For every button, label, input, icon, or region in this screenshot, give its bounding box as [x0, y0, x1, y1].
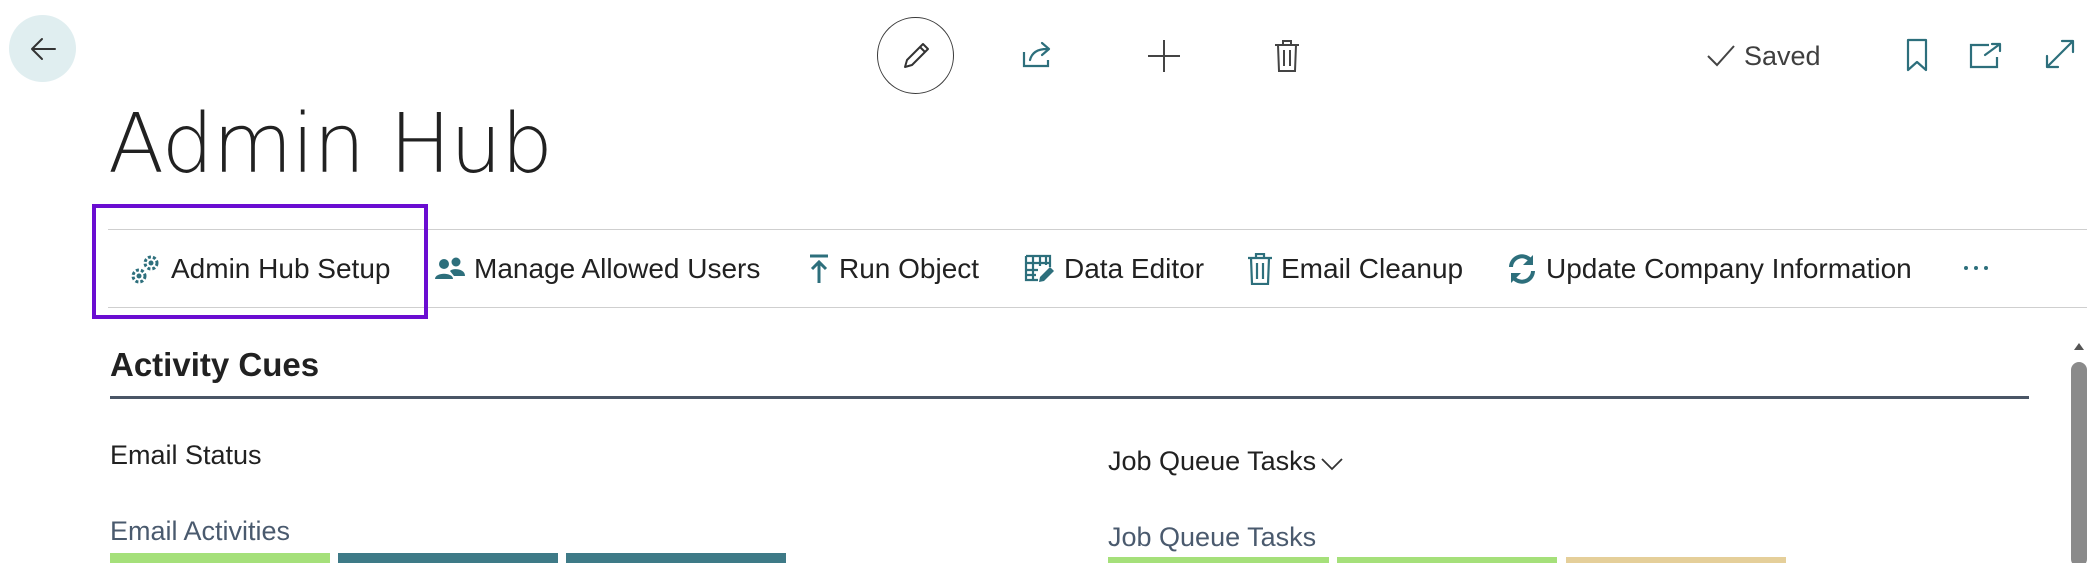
dot: [1984, 266, 1988, 270]
cue-tile[interactable]: [1566, 557, 1786, 563]
cue-tile[interactable]: [110, 553, 330, 563]
action-manage-allowed-users[interactable]: Manage Allowed Users: [434, 230, 760, 307]
action-label: Run Object: [839, 252, 980, 284]
action-run-object[interactable]: Run Object: [807, 230, 979, 307]
arrow-left-icon: [30, 37, 56, 60]
action-update-company-information[interactable]: Update Company Information: [1506, 230, 1912, 307]
section-divider: [110, 396, 2029, 399]
chevron-down-icon: [1321, 457, 1343, 470]
bookmark-icon: [1906, 38, 1928, 72]
users-icon: [434, 255, 466, 283]
action-data-editor[interactable]: Data Editor: [1024, 230, 1204, 307]
job-queue-group-label: Job Queue Tasks: [1108, 446, 1317, 476]
job-queue-tasks-title: Job Queue Tasks: [1108, 522, 1317, 552]
section-title: Activity Cues: [110, 346, 320, 383]
action-label: Data Editor: [1064, 252, 1205, 284]
share-icon: [1022, 41, 1051, 68]
email-status-label: Email Status: [110, 440, 262, 470]
action-bar: Admin Hub Setup Manage Allowed Users Run…: [108, 229, 2087, 308]
cue-tile[interactable]: [1337, 557, 1557, 563]
share-button[interactable]: [1015, 34, 1061, 74]
action-label: Admin Hub Setup: [171, 252, 391, 284]
expand-icon: [2045, 39, 2075, 69]
job-queue-group-toggle[interactable]: Job Queue Tasks: [1108, 446, 1344, 477]
page-title: Admin Hub: [108, 97, 553, 192]
delete-button[interactable]: [1265, 34, 1309, 78]
expand-button[interactable]: [2040, 34, 2080, 74]
scroll-up-arrow-icon[interactable]: [2073, 340, 2085, 352]
action-label: Manage Allowed Users: [474, 252, 761, 284]
cue-tile[interactable]: [566, 553, 786, 563]
email-activities-title: Email Activities: [110, 516, 291, 546]
saved-status: Saved: [1706, 36, 1821, 76]
new-button[interactable]: [1141, 34, 1187, 78]
table-edit-icon: [1024, 253, 1056, 285]
open-new-window-icon: [1969, 42, 2002, 69]
action-label: Update Company Information: [1546, 252, 1912, 284]
saved-label: Saved: [1744, 40, 1821, 71]
action-email-cleanup[interactable]: Email Cleanup: [1247, 230, 1463, 307]
more-actions-button[interactable]: [1956, 248, 1996, 288]
checkmark-icon: [1707, 45, 1735, 67]
refresh-icon: [1506, 253, 1538, 285]
open-in-new-window-button[interactable]: [1966, 36, 2006, 74]
scrollbar-thumb[interactable]: [2071, 362, 2087, 563]
bookmark-button[interactable]: [1899, 34, 1935, 76]
edit-button[interactable]: [877, 17, 954, 94]
back-button[interactable]: [9, 15, 76, 82]
trash-icon: [1275, 40, 1299, 72]
cue-tile[interactable]: [338, 553, 558, 563]
action-label: Email Cleanup: [1281, 252, 1464, 284]
pencil-icon: [903, 42, 929, 68]
dot: [1974, 266, 1978, 270]
dot: [1964, 266, 1968, 270]
trash-icon: [1247, 252, 1273, 285]
cue-tile[interactable]: [1108, 557, 1329, 563]
action-admin-hub-setup[interactable]: Admin Hub Setup: [129, 230, 390, 307]
gears-icon: [129, 252, 163, 286]
plus-icon: [1148, 40, 1180, 72]
upload-arrow-icon: [807, 253, 831, 285]
